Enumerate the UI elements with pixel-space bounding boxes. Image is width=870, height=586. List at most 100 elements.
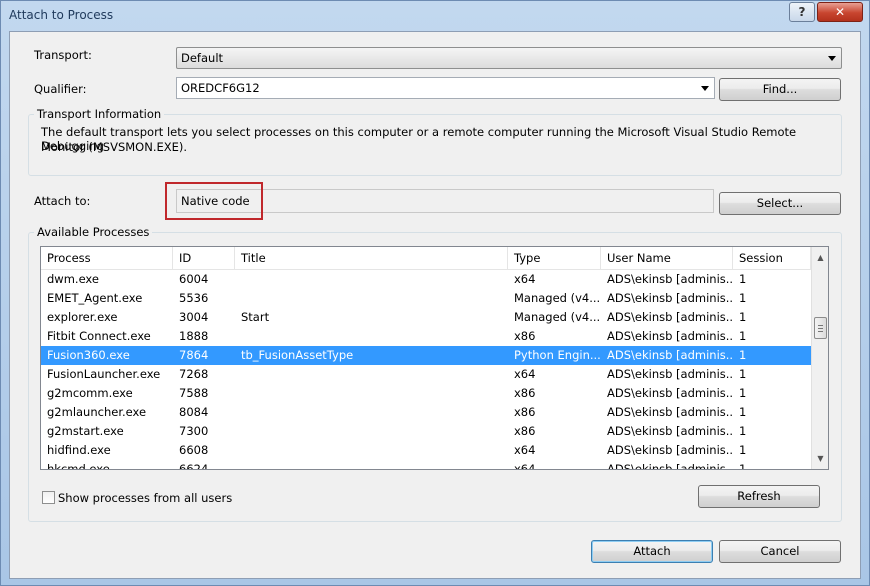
table-row[interactable]: Fitbit Connect.exe 1888 x86 ADS\ekinsb [adm… <box>41 327 811 346</box>
attach-button[interactable]: Attach <box>591 540 713 563</box>
scroll-up-icon[interactable]: ▲ <box>812 249 828 266</box>
window-title: Attach to Process <box>9 8 114 22</box>
process-list[interactable]: Process ID Title Type User Name Session … <box>40 246 829 470</box>
cell-id: 3004 <box>179 310 209 324</box>
cell-user-name: ADS\ekinsb [adminis... <box>607 443 733 457</box>
attach-to-label: Attach to: <box>34 194 91 208</box>
cell-title <box>235 422 508 441</box>
cell-type: x64 <box>514 462 536 470</box>
cell-user-name: ADS\ekinsb [adminis... <box>607 386 733 400</box>
column-header-type[interactable]: Type <box>508 247 601 269</box>
cell-user-name: ADS\ekinsb [adminis... <box>607 329 733 343</box>
process-list-header: Process ID Title Type User Name Session <box>41 247 811 270</box>
table-row[interactable]: explorer.exe 3004 Start Managed (v4.... ADS\… <box>41 308 811 327</box>
qualifier-value: OREDCF6G12 <box>181 81 260 95</box>
cell-id: 7588 <box>179 386 209 400</box>
table-row[interactable]: Fusion360.exe 7864 tb_FusionAssetType Pytho… <box>41 346 811 365</box>
cell-process: explorer.exe <box>47 310 118 324</box>
table-row[interactable]: g2mlauncher.exe 8084 x86 ADS\ekinsb [admini… <box>41 403 811 422</box>
table-row[interactable]: hkcmd.exe 6624 x64 ADS\ekinsb [adminis... 1 <box>41 460 811 470</box>
cell-id: 7300 <box>179 424 209 438</box>
cell-process: EMET_Agent.exe <box>47 291 143 305</box>
table-row[interactable]: hidfind.exe 6608 x64 ADS\ekinsb [adminis...… <box>41 441 811 460</box>
cell-user-name: ADS\ekinsb [adminis... <box>607 405 733 419</box>
cancel-button[interactable]: Cancel <box>719 540 841 563</box>
cell-id: 1888 <box>179 329 209 343</box>
cell-type: Python Engin... <box>514 348 601 362</box>
cell-user-name: ADS\ekinsb [adminis... <box>607 367 733 381</box>
column-header-id[interactable]: ID <box>173 247 235 269</box>
column-header-title[interactable]: Title <box>235 247 508 269</box>
help-button[interactable]: ? <box>789 2 815 22</box>
cell-title <box>235 270 508 289</box>
cell-process: hidfind.exe <box>47 443 111 457</box>
column-header-user-name[interactable]: User Name <box>601 247 733 269</box>
title-bar[interactable]: Attach to Process ? ✕ <box>1 1 869 31</box>
scroll-down-icon[interactable]: ▼ <box>812 450 828 467</box>
cell-id: 6624 <box>179 462 209 470</box>
show-all-users-checkbox[interactable] <box>42 491 55 504</box>
chevron-down-icon <box>701 86 709 91</box>
transport-label: Transport: <box>34 48 92 62</box>
table-row[interactable]: dwm.exe 6004 x64 ADS\ekinsb [adminis... 1 <box>41 270 811 289</box>
cell-process: FusionLauncher.exe <box>47 367 161 381</box>
column-header-session[interactable]: Session <box>733 247 811 269</box>
cell-id: 6608 <box>179 443 209 457</box>
cell-title <box>235 327 508 346</box>
cell-id: 5536 <box>179 291 209 305</box>
cell-type: x64 <box>514 367 536 381</box>
column-header-process[interactable]: Process <box>41 247 173 269</box>
cell-id: 7268 <box>179 367 209 381</box>
cell-title <box>235 289 508 308</box>
scrollbar-thumb[interactable] <box>814 317 827 339</box>
cell-process: hkcmd.exe <box>47 462 110 470</box>
cell-session: 1 <box>739 367 747 381</box>
qualifier-combobox[interactable]: OREDCF6G12 <box>176 77 715 99</box>
dialog-client-area: Transport: Default Qualifier: OREDCF6G12… <box>9 31 861 579</box>
cell-session: 1 <box>739 443 747 457</box>
refresh-button[interactable]: Refresh <box>698 485 820 508</box>
table-row[interactable]: FusionLauncher.exe 7268 x64 ADS\ekinsb [adm… <box>41 365 811 384</box>
find-button[interactable]: Find... <box>719 78 841 101</box>
transport-dropdown[interactable]: Default <box>176 47 842 69</box>
cell-id: 7864 <box>179 348 209 362</box>
cell-user-name: ADS\ekinsb [adminis... <box>607 424 733 438</box>
table-row[interactable]: g2mstart.exe 7300 x86 ADS\ekinsb [adminis..… <box>41 422 811 441</box>
cell-process: g2mlauncher.exe <box>47 405 147 419</box>
cell-title <box>235 460 508 469</box>
cell-title: tb_FusionAssetType <box>241 348 354 362</box>
cell-type: Managed (v4.... <box>514 310 601 324</box>
cell-process: g2mcomm.exe <box>47 386 133 400</box>
cell-session: 1 <box>739 310 747 324</box>
cell-type: x86 <box>514 405 536 419</box>
cell-user-name: ADS\ekinsb [adminis... <box>607 348 733 362</box>
show-all-users-label[interactable]: Show processes from all users <box>58 491 232 505</box>
cell-type: x86 <box>514 386 536 400</box>
cell-title <box>235 441 508 460</box>
cell-type: x64 <box>514 272 536 286</box>
attach-to-process-dialog: Attach to Process ? ✕ Transport: Default… <box>0 0 870 586</box>
table-row[interactable]: EMET_Agent.exe 5536 Managed (v4.... ADS\eki… <box>41 289 811 308</box>
cell-process: g2mstart.exe <box>47 424 124 438</box>
close-button[interactable]: ✕ <box>817 2 863 22</box>
cell-user-name: ADS\ekinsb [adminis... <box>607 310 733 324</box>
select-code-type-button[interactable]: Select... <box>719 192 841 215</box>
cell-title <box>235 403 508 422</box>
cell-title <box>235 384 508 403</box>
cell-session: 1 <box>739 348 747 362</box>
transport-information-title: Transport Information <box>34 107 165 121</box>
cell-title <box>235 365 508 384</box>
process-list-scrollbar[interactable]: ▲ ▼ <box>811 247 828 469</box>
cell-process: Fitbit Connect.exe <box>47 329 151 343</box>
cell-user-name: ADS\ekinsb [adminis... <box>607 462 733 470</box>
available-processes-title: Available Processes <box>34 225 153 239</box>
cell-user-name: ADS\ekinsb [adminis... <box>607 291 733 305</box>
process-rows: dwm.exe 6004 x64 ADS\ekinsb [adminis... 1 EME… <box>41 270 811 470</box>
cell-session: 1 <box>739 424 747 438</box>
highlight-annotation-box <box>165 182 263 220</box>
cell-type: x64 <box>514 443 536 457</box>
cell-session: 1 <box>739 405 747 419</box>
cell-id: 6004 <box>179 272 209 286</box>
cell-user-name: ADS\ekinsb [adminis... <box>607 272 733 286</box>
table-row[interactable]: g2mcomm.exe 7588 x86 ADS\ekinsb [adminis...… <box>41 384 811 403</box>
